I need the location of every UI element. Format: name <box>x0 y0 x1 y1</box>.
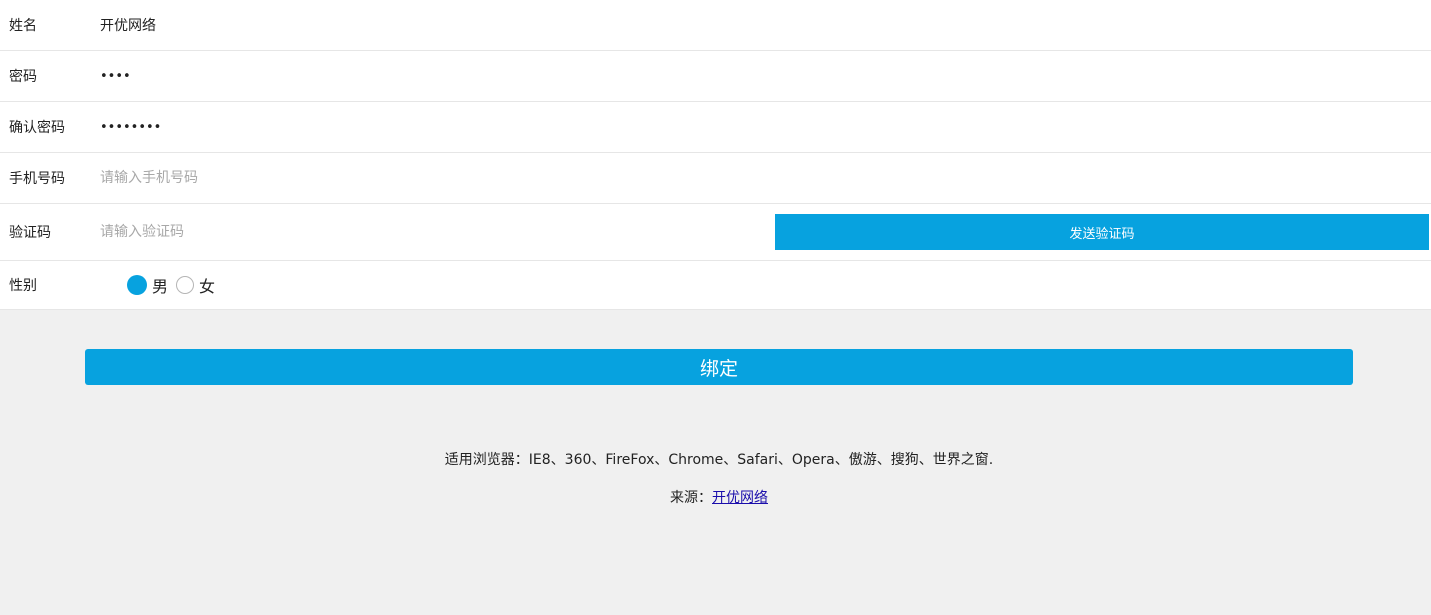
send-code-button[interactable]: 发送验证码 <box>775 214 1429 250</box>
radio-checked-icon[interactable] <box>127 275 147 295</box>
radio-unchecked-icon[interactable] <box>176 276 195 294</box>
source-line: 来源：开优网络 <box>0 490 1431 506</box>
name-label: 姓名 <box>9 18 37 34</box>
source-prefix: 来源： <box>670 490 712 506</box>
gender-option-female[interactable]: 女 <box>176 273 215 297</box>
confirm-password-input[interactable] <box>100 112 1431 142</box>
gender-row: 性别 男 女 <box>0 261 1431 309</box>
gender-option-label: 女 <box>199 277 216 296</box>
confirm-password-label: 确认密码 <box>9 120 65 136</box>
password-input[interactable] <box>100 61 1431 91</box>
verification-code-row: 验证码 发送验证码 <box>0 204 1431 261</box>
phone-row: 手机号码 <box>0 153 1431 204</box>
source-link[interactable]: 开优网络 <box>712 490 768 506</box>
name-input[interactable] <box>100 10 1431 40</box>
name-row: 姓名 <box>0 0 1431 51</box>
gender-option-male[interactable]: 男 <box>127 273 168 297</box>
footer: 适用浏览器：IE8、360、FireFox、Chrome、Safari、Oper… <box>0 452 1431 528</box>
password-label: 密码 <box>9 69 37 85</box>
gender-option-label: 男 <box>152 277 169 296</box>
verification-code-label: 验证码 <box>9 225 51 241</box>
gender-label: 性别 <box>9 278 37 294</box>
password-row: 密码 <box>0 51 1431 102</box>
phone-input[interactable] <box>100 163 1431 193</box>
confirm-password-row: 确认密码 <box>0 102 1431 153</box>
verification-code-input[interactable] <box>100 217 775 247</box>
phone-label: 手机号码 <box>9 171 65 187</box>
bind-button[interactable]: 绑定 <box>85 349 1353 385</box>
gender-radio-group: 男 女 <box>127 273 223 297</box>
supported-browsers-text: 适用浏览器：IE8、360、FireFox、Chrome、Safari、Oper… <box>444 452 994 468</box>
submit-container: 绑定 <box>85 349 1353 385</box>
bind-form: 姓名 密码 确认密码 手机号码 验证码 发送验证码 性别 男 女 <box>0 0 1431 310</box>
